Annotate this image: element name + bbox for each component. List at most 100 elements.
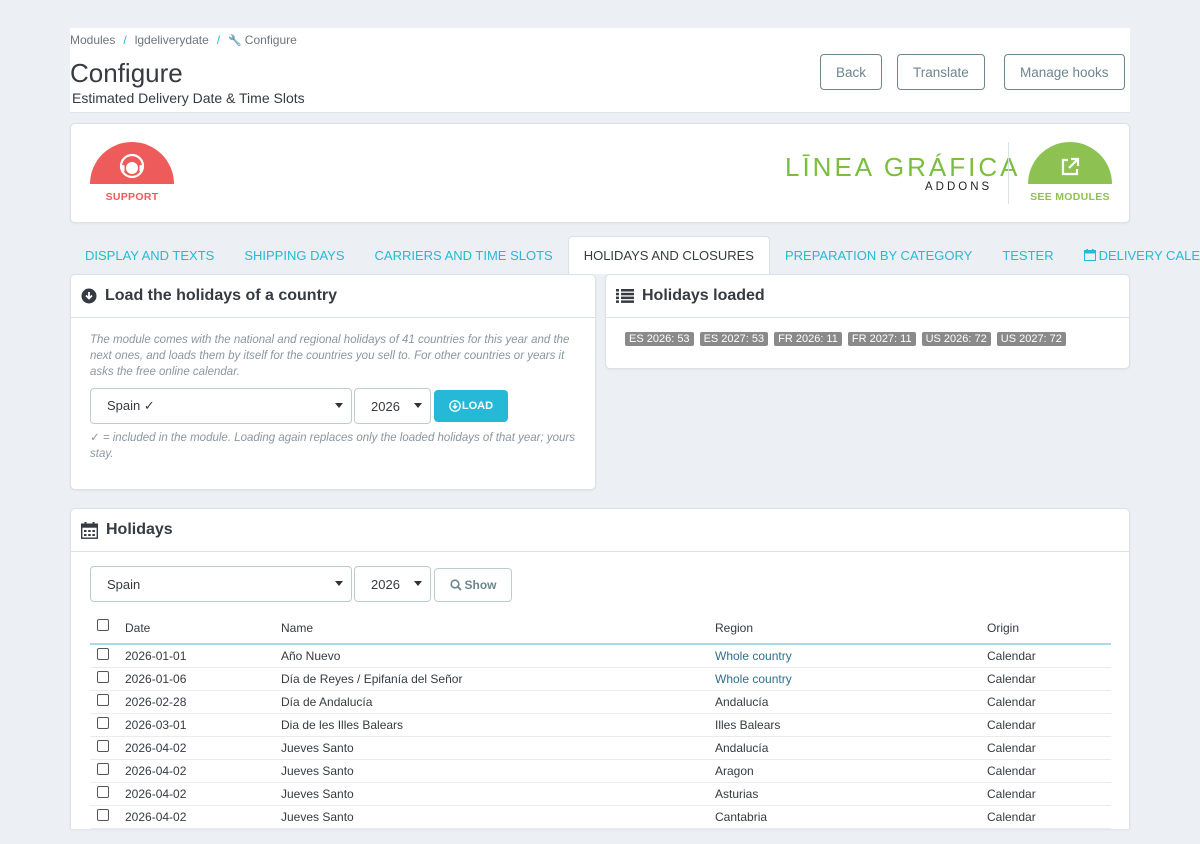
loaded-badges: ES 2026: 53 ES 2027: 53 FR 2026: 11 FR 2… <box>625 332 1066 346</box>
tab-tester[interactable]: TESTER <box>987 236 1068 274</box>
tab-display-and-texts[interactable]: DISPLAY AND TEXTS <box>70 236 229 274</box>
list-icon <box>616 289 634 303</box>
page-header: Modules / lgdeliverydate / 🔧 Configure C… <box>70 28 1130 113</box>
load-help-text: The module comes with the national and r… <box>90 334 570 378</box>
row-checkbox[interactable] <box>97 809 109 821</box>
load-holidays-header: Load the holidays of a country <box>71 275 595 318</box>
support-button[interactable] <box>90 142 174 184</box>
manage-hooks-button[interactable]: Manage hooks <box>1004 54 1125 90</box>
year-select-value: 2026 <box>371 398 400 414</box>
load-button[interactable]: LOAD <box>434 390 508 422</box>
country-select-value: Spain ✓ <box>107 398 155 413</box>
row-checkbox[interactable] <box>97 786 109 798</box>
row-origin: Calendar <box>987 764 1036 778</box>
row-checkbox[interactable] <box>97 717 109 729</box>
holidays-panel: Holidays Spain 2026 Show Date Name Regio… <box>70 508 1130 829</box>
table-header: Date Name Region Origin <box>90 616 1111 645</box>
row-name: Año Nuevo <box>281 649 341 663</box>
row-region: Asturias <box>715 787 759 801</box>
holidays-year-select[interactable]: 2026 <box>354 566 431 602</box>
year-select[interactable]: 2026 <box>354 388 431 424</box>
tab-preparation-by-category[interactable]: PREPARATION BY CATEGORY <box>770 236 987 274</box>
column-region[interactable]: Region <box>715 621 753 635</box>
row-date: 2026-04-02 <box>125 787 187 801</box>
chevron-down-icon <box>335 403 343 408</box>
row-date: 2026-04-02 <box>125 764 187 778</box>
row-checkbox[interactable] <box>97 763 109 775</box>
row-origin: Calendar <box>987 718 1036 732</box>
load-holidays-panel: Load the holidays of a country The modul… <box>70 274 596 490</box>
support-label[interactable]: SUPPORT <box>90 191 174 203</box>
search-icon <box>449 579 462 591</box>
tab-delivery-calendar-label: DELIVERY CALENDAR <box>1098 247 1200 263</box>
see-modules-button[interactable] <box>1028 142 1112 184</box>
addons-banner: SUPPORT LĪNEA GRÁFICA ADDONS SEE MODULES <box>70 123 1130 223</box>
row-region: Illes Balears <box>715 718 781 732</box>
select-all-checkbox[interactable] <box>97 619 109 631</box>
status-badge: ES 2027: 53 <box>699 332 769 346</box>
row-region: Whole country <box>715 672 792 686</box>
load-holidays-title: Load the holidays of a country <box>105 287 338 304</box>
breadcrumb-separator: / <box>123 33 127 47</box>
breadcrumb-modules[interactable]: Modules <box>70 33 115 47</box>
tab-delivery-calendar[interactable]: DELIVERY CALENDAR <box>1069 236 1200 274</box>
row-name: Día de Andalucía <box>281 695 373 709</box>
row-name: Día de Reyes / Epifanía del Señor <box>281 672 463 686</box>
holidays-loaded-panel: Holidays loaded ES 2026: 53 ES 2027: 53 … <box>605 274 1130 369</box>
config-tabs: DISPLAY AND TEXTS SHIPPING DAYS CARRIERS… <box>70 236 1200 274</box>
country-select[interactable]: Spain ✓ <box>90 388 352 424</box>
status-badge: US 2027: 72 <box>996 332 1066 346</box>
breadcrumb-separator: / <box>216 33 221 47</box>
row-date: 2026-04-02 <box>125 741 187 755</box>
headset-icon <box>119 153 145 179</box>
breadcrumb-module[interactable]: lgdeliverydate <box>135 33 209 47</box>
column-name[interactable]: Name <box>281 621 313 635</box>
row-name: Dia de les Illes Balears <box>281 718 404 732</box>
back-button[interactable]: Back <box>820 54 883 90</box>
translate-button[interactable]: Translate <box>897 54 985 90</box>
holidays-loaded-title: Holidays loaded <box>642 287 765 304</box>
calendar-icon <box>81 521 98 539</box>
status-badge: FR 2026: 11 <box>774 332 842 346</box>
chevron-down-icon <box>335 581 343 586</box>
row-name: Jueves Santo <box>281 741 354 755</box>
row-checkbox[interactable] <box>97 694 109 706</box>
load-note-text: ✓ = included in the module. Loading agai… <box>90 432 575 460</box>
holidays-country-select[interactable]: Spain <box>90 566 352 602</box>
table-row: 2026-03-01 Dia de les Illes Balears Ille… <box>90 714 1111 737</box>
row-checkbox[interactable] <box>97 740 109 752</box>
linea-grafica-addons-text: ADDONS <box>925 181 993 193</box>
row-checkbox[interactable] <box>97 671 109 683</box>
breadcrumb-configure: Configure <box>244 33 297 47</box>
row-region: Andalucía <box>715 741 769 755</box>
tab-carriers-and-time-slots[interactable]: CARRIERS AND TIME SLOTS <box>360 236 568 274</box>
holidays-table: Date Name Region Origin 2026-01-01 Año N… <box>90 616 1111 829</box>
divider <box>1008 142 1009 204</box>
show-button[interactable]: Show <box>434 568 512 602</box>
row-origin: Calendar <box>987 672 1036 686</box>
table-row: 2026-01-01 Año Nuevo Whole country Calen… <box>90 645 1111 668</box>
row-checkbox[interactable] <box>97 648 109 660</box>
row-name: Jueves Santo <box>281 787 354 801</box>
holidays-year-value: 2026 <box>371 576 400 592</box>
tab-shipping-days[interactable]: SHIPPING DAYS <box>229 236 359 274</box>
tab-holidays-and-closures[interactable]: HOLIDAYS AND CLOSURES <box>567 236 770 274</box>
row-region: Andalucía <box>715 695 769 709</box>
row-origin: Calendar <box>987 741 1036 755</box>
status-badge: ES 2026: 53 <box>625 332 694 346</box>
download-circle-icon <box>81 288 97 304</box>
breadcrumb: Modules / lgdeliverydate / 🔧 Configure <box>70 33 297 47</box>
chevron-down-icon <box>414 403 422 408</box>
column-date[interactable]: Date <box>125 621 150 635</box>
row-name: Jueves Santo <box>281 810 354 824</box>
see-modules-label[interactable]: SEE MODULES <box>1020 191 1120 203</box>
holidays-country-value: Spain <box>107 576 141 592</box>
row-date: 2026-01-06 <box>125 672 187 686</box>
linea-grafica-logo: LĪNEA GRÁFICA <box>785 152 1021 182</box>
row-date: 2026-03-01 <box>125 718 187 732</box>
load-button-label: LOAD <box>461 400 494 412</box>
row-region: Whole country <box>715 649 792 663</box>
chevron-down-icon <box>414 581 422 586</box>
column-origin[interactable]: Origin <box>987 621 1019 635</box>
table-row: 2026-04-02 Jueves Santo Cantabria Calend… <box>90 806 1111 829</box>
